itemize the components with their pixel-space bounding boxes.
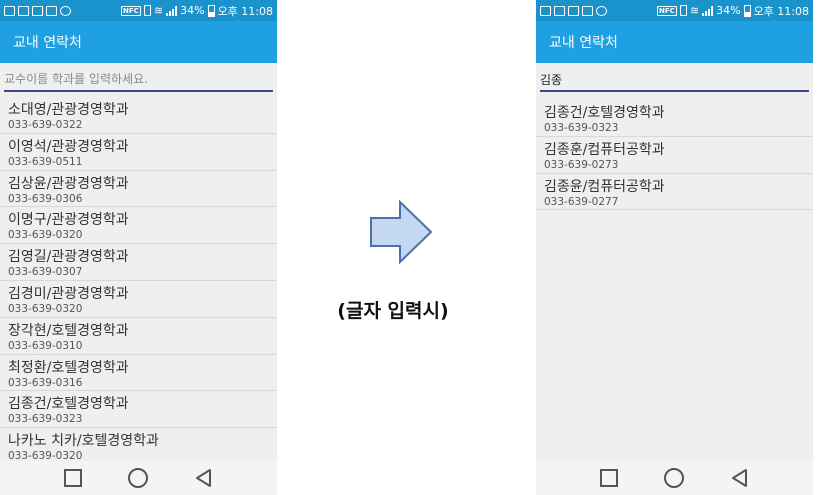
- notification-icons: [540, 5, 657, 16]
- contact-list-item[interactable]: 김종훈/컴퓨터공학과 033-639-0273: [536, 137, 813, 174]
- app-bar: 교내 연락처: [0, 21, 277, 63]
- home-circle-icon[interactable]: [126, 466, 150, 490]
- app-title: 교내 연락처: [549, 35, 618, 51]
- caption-text: (글자 입력시): [337, 300, 449, 322]
- search-box: [536, 63, 813, 97]
- vibrate-icon: [143, 5, 151, 16]
- store-icon: [46, 5, 57, 16]
- contact-list-item[interactable]: 장각현/호텔경영학과 033-639-0310: [0, 318, 277, 355]
- notification-icon: [540, 5, 551, 16]
- contact-list-item[interactable]: 나카노 치카/호텔경영학과 033-639-0320: [0, 428, 277, 465]
- contact-name: 이명구/관광경영학과: [8, 212, 129, 229]
- battery-percent: 34%: [716, 4, 741, 17]
- contact-phone: 033-639-0320: [8, 229, 83, 242]
- image-icon: [554, 5, 565, 16]
- search-input[interactable]: [4, 70, 273, 92]
- contact-phone: 033-639-0306: [8, 192, 83, 205]
- navigation-bar: [536, 461, 813, 495]
- wifi-icon: ≋: [689, 4, 700, 17]
- contact-list-item[interactable]: 김종건/호텔경영학과 033-639-0323: [0, 391, 277, 429]
- clock: 오후 11:08: [217, 4, 273, 18]
- back-triangle-icon[interactable]: [728, 466, 752, 490]
- store-icon: [582, 5, 593, 16]
- contact-phone: 033-639-0511: [8, 155, 83, 168]
- store-icon: [32, 5, 43, 16]
- contact-list-item[interactable]: 김종건/호텔경영학과 033-639-0323: [536, 100, 813, 137]
- contact-list-item[interactable]: 최정환/호텔경영학과 033-639-0316: [0, 355, 277, 392]
- contact-list-item[interactable]: 김경미/관광경영학과 033-639-0320: [0, 281, 277, 318]
- search-box: [0, 63, 277, 97]
- contact-name: 최정환/호텔경영학과: [8, 359, 129, 376]
- phone-screen-before: NFC ≋ 34% 오후 11:08 교내 연락처 소대영/관광경영학과033-…: [0, 0, 277, 495]
- right-arrow-icon: [370, 200, 433, 264]
- battery-percent: 34%: [180, 4, 205, 17]
- contact-name: 김상윤/관광경영학과: [8, 175, 129, 192]
- contact-phone: 033-639-0307: [8, 266, 83, 279]
- app-title: 교내 연락처: [13, 35, 82, 51]
- contact-list-item[interactable]: 김상윤/관광경영학과 033-639-0306: [0, 171, 277, 208]
- nfc-icon: NFC: [656, 5, 677, 16]
- contact-phone: 033-639-0310: [8, 339, 83, 352]
- image-icon: [18, 5, 29, 16]
- contact-phone: 033-639-0277: [544, 195, 619, 208]
- contact-name: 소대영/관광경영학과: [8, 102, 129, 118]
- phone-screen-after: NFC ≋ 34% 오후 11:08 교내 연락처 김종건/호텔경영학과033-…: [536, 0, 813, 495]
- status-bar: NFC ≋ 34% 오후 11:08: [536, 0, 813, 21]
- status-right: NFC ≋ 34% 오후 11:08: [120, 3, 273, 19]
- chat-icon: [596, 5, 607, 16]
- clock: 오후 11:08: [753, 4, 809, 18]
- contact-name: 김종윤/컴퓨터공학과: [544, 178, 665, 195]
- contact-list: 김종건/호텔경영학과 033-639-0323 김종훈/컴퓨터공학과 033-639-…: [536, 100, 813, 211]
- contact-phone: 033-639-0322: [8, 119, 83, 131]
- chat-icon: [60, 5, 71, 16]
- wifi-icon: ≋: [153, 4, 164, 17]
- nfc-icon: NFC: [120, 5, 141, 16]
- notification-icon: [4, 5, 15, 16]
- contact-list-item[interactable]: 김영길/관광경영학과 033-639-0307: [0, 244, 277, 281]
- signal-icon: [702, 5, 714, 16]
- notification-icons: [4, 5, 121, 16]
- home-circle-icon[interactable]: [662, 466, 686, 490]
- app-bar: 교내 연락처: [536, 21, 813, 63]
- contact-name: 김영길/관광경영학과: [8, 249, 129, 266]
- contact-phone: 033-639-0273: [544, 158, 619, 171]
- back-triangle-icon[interactable]: [192, 466, 216, 490]
- vibrate-icon: [679, 5, 687, 16]
- contact-phone: 033-639-0316: [8, 376, 83, 389]
- contact-name: 김종건/호텔경영학과: [8, 396, 129, 413]
- status-bar: NFC ≋ 34% 오후 11:08: [0, 0, 277, 21]
- contact-list: 소대영/관광경영학과 033-639-0322 이영석/관광경영학과 033-639-…: [0, 97, 277, 465]
- navigation-bar: [0, 461, 277, 495]
- signal-icon: [166, 5, 178, 16]
- search-input[interactable]: [540, 70, 809, 92]
- contact-list-item[interactable]: 소대영/관광경영학과 033-639-0322: [0, 97, 277, 134]
- contact-list-item[interactable]: 이영석/관광경영학과 033-639-0511: [0, 134, 277, 171]
- status-right: NFC ≋ 34% 오후 11:08: [656, 3, 809, 19]
- contact-name: 김종훈/컴퓨터공학과: [544, 141, 665, 158]
- contact-list-item[interactable]: 김종윤/컴퓨터공학과 033-639-0277: [536, 174, 813, 211]
- contact-phone: 033-639-0320: [8, 302, 83, 315]
- recent-square-icon[interactable]: [597, 466, 621, 490]
- contact-name: 김종건/호텔경영학과: [544, 105, 665, 121]
- contact-name: 김경미/관광경영학과: [8, 285, 129, 302]
- store-icon: [568, 5, 579, 16]
- contact-phone: 033-639-0323: [544, 122, 619, 134]
- recent-square-icon[interactable]: [61, 466, 85, 490]
- battery-icon: [207, 4, 215, 17]
- contact-list-item[interactable]: 이명구/관광경영학과 033-639-0320: [0, 207, 277, 245]
- contact-name: 나카노 치카/호텔경영학과: [8, 433, 159, 450]
- contact-name: 장각현/호텔경영학과: [8, 322, 129, 339]
- contact-name: 이영석/관광경영학과: [8, 138, 129, 155]
- contact-phone: 033-639-0323: [8, 413, 83, 426]
- battery-icon: [743, 4, 751, 17]
